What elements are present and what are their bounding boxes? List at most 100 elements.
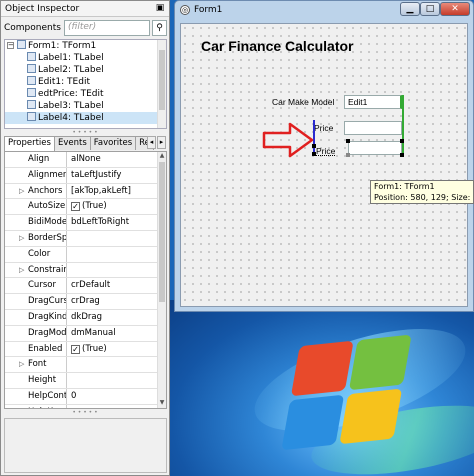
property-row[interactable]: BidiMode bdLeftToRight	[5, 215, 166, 231]
property-row[interactable]: ▷ Constraints	[5, 262, 166, 279]
property-name-text: Align	[28, 154, 50, 164]
property-value[interactable]	[67, 263, 166, 278]
checkbox-checked-icon[interactable]: ✓	[71, 344, 80, 354]
property-value[interactable]: bdLeftToRight	[67, 215, 166, 230]
property-name: HelpKeyword	[5, 404, 67, 408]
property-value[interactable]: ✓ (True)	[67, 342, 166, 357]
property-value[interactable]: alNone	[67, 152, 166, 167]
form1-titlebar[interactable]: ◎ Form1 ▁ □ ✕	[175, 1, 473, 19]
property-row[interactable]: AutoSize ✓ (True)	[5, 199, 166, 216]
resize-grabber[interactable]	[346, 153, 350, 157]
resize-grabber[interactable]	[346, 139, 350, 143]
filter-clear-icon[interactable]: ⚲	[152, 20, 167, 36]
property-row[interactable]: Align alNone	[5, 152, 166, 168]
property-row[interactable]: HelpContext 0	[5, 388, 166, 405]
property-value[interactable]: 0	[67, 389, 166, 404]
tree-item[interactable]: Label2: TLabel	[5, 64, 166, 76]
tree-scrollbar[interactable]	[157, 40, 166, 128]
property-value-text: crDefault	[71, 280, 111, 291]
property-name: DragMode	[5, 325, 67, 341]
property-row[interactable]: Enabled ✓ (True)	[5, 341, 166, 358]
property-name-text: DragCursor	[28, 296, 66, 307]
selected-edit-field[interactable]	[348, 141, 402, 155]
property-row[interactable]: Cursor crDefault	[5, 278, 166, 295]
expand-arrow-icon[interactable]: ▷	[19, 231, 24, 246]
edit1-field[interactable]: Edit1	[344, 95, 402, 109]
component-icon	[27, 76, 36, 85]
property-grid[interactable]: Align alNone Alignment taLeftJustify ▷ Anchor…	[4, 151, 167, 409]
tree-item[interactable]: Label4: TLabel	[5, 112, 166, 124]
property-value[interactable]	[67, 357, 166, 372]
price-label[interactable]: Price	[314, 123, 333, 133]
property-value-text: bdLeftToRight	[71, 217, 130, 228]
collapse-icon[interactable]: −	[7, 42, 14, 49]
property-info-pane	[4, 418, 167, 473]
property-row[interactable]: Alignment taLeftJustify	[5, 167, 166, 184]
property-value[interactable]: dmManual	[67, 326, 166, 341]
property-name-text: AutoSize	[28, 201, 66, 212]
tab-properties[interactable]: Properties	[4, 136, 55, 151]
property-value-text: dmManual	[71, 327, 116, 338]
property-name: ▷ Anchors	[5, 183, 67, 199]
tab-scroll-right-icon[interactable]: ▸	[157, 136, 166, 149]
tree-item[interactable]: Edit1: TEdit	[5, 76, 166, 88]
tree-root-item[interactable]: − Form1: TForm1	[5, 40, 166, 52]
property-name: ▷ Constraints	[5, 262, 67, 278]
property-row[interactable]: ▷ BorderSpacing	[5, 230, 166, 247]
property-name-text: HelpKeyword	[28, 407, 66, 408]
label4-price[interactable]: Price	[316, 146, 335, 156]
property-row[interactable]: DragMode dmManual	[5, 325, 166, 342]
property-value[interactable]: ✓ (True)	[67, 199, 166, 214]
expand-arrow-icon[interactable]: ▷	[19, 184, 24, 199]
tree-item[interactable]: edtPrice: TEdit	[5, 88, 166, 100]
tab-scroll-left-icon[interactable]: ◂	[147, 136, 156, 149]
property-row[interactable]: Height	[5, 373, 166, 389]
property-row[interactable]: ▷ Font	[5, 357, 166, 374]
components-row: Components (filter) ⚲	[1, 17, 169, 39]
property-value[interactable]: crDefault	[67, 278, 166, 293]
splitter-handle[interactable]: • • • • •	[1, 410, 169, 416]
close-button[interactable]: ✕	[440, 2, 470, 16]
property-value[interactable]	[67, 247, 166, 262]
form-design-canvas[interactable]: Car Finance Calculator Car Make Model Ed…	[180, 23, 468, 307]
object-inspector-titlebar[interactable]: Object Inspector ▣	[1, 1, 169, 17]
property-name-text: DragKind	[28, 311, 67, 322]
expand-arrow-icon[interactable]: ▷	[19, 263, 24, 278]
property-value[interactable]	[67, 231, 166, 246]
component-tree[interactable]: − Form1: TForm1 Label1: TLabel Label2: TLab…	[4, 39, 167, 129]
checkbox-checked-icon[interactable]: ✓	[71, 202, 80, 212]
property-name-text: Cursor	[28, 280, 56, 291]
tree-item[interactable]: Label1: TLabel	[5, 52, 166, 64]
pin-icon[interactable]: ▣	[154, 3, 166, 14]
edtprice-field[interactable]	[344, 121, 402, 135]
tab-events[interactable]: Events	[53, 136, 91, 150]
splitter-handle[interactable]: • • • • •	[1, 130, 169, 136]
form1-title: Form1	[194, 5, 223, 15]
minimize-button[interactable]: ▁	[400, 2, 420, 16]
maximize-button[interactable]: □	[420, 2, 440, 16]
property-value[interactable]: crDrag	[67, 294, 166, 309]
property-name-text: Constraints	[28, 264, 66, 275]
property-value[interactable]: dkDrag	[67, 310, 166, 325]
property-value[interactable]	[67, 373, 166, 388]
property-name: BidiMode	[5, 215, 67, 230]
property-row[interactable]: DragCursor crDrag	[5, 294, 166, 310]
expand-arrow-icon[interactable]: ▷	[19, 357, 24, 372]
resize-grabber[interactable]	[400, 139, 404, 143]
property-row[interactable]: DragKind dkDrag	[5, 309, 166, 326]
property-row[interactable]: ▷ Anchors [akTop,akLeft]	[5, 183, 166, 200]
property-row[interactable]: Color	[5, 246, 166, 263]
form-heading-label[interactable]: Car Finance Calculator	[201, 38, 354, 54]
property-value-text: (True)	[82, 201, 107, 212]
components-filter-input[interactable]: (filter)	[64, 20, 150, 36]
tree-item[interactable]: Label3: TLabel	[5, 100, 166, 112]
component-icon	[27, 52, 36, 61]
tree-item-label: Edit1: TEdit	[38, 77, 90, 87]
property-value[interactable]: taLeftJustify	[67, 168, 166, 183]
car-make-label[interactable]: Car Make Model	[272, 97, 334, 107]
resize-grabber[interactable]	[400, 153, 404, 157]
object-inspector-window: Object Inspector ▣ Components (filter) ⚲…	[0, 0, 170, 476]
property-grid-scrollbar[interactable]: ▲ ▼	[157, 152, 166, 408]
tab-favorites[interactable]: Favorites	[89, 136, 137, 150]
property-value[interactable]: [akTop,akLeft]	[67, 184, 166, 199]
